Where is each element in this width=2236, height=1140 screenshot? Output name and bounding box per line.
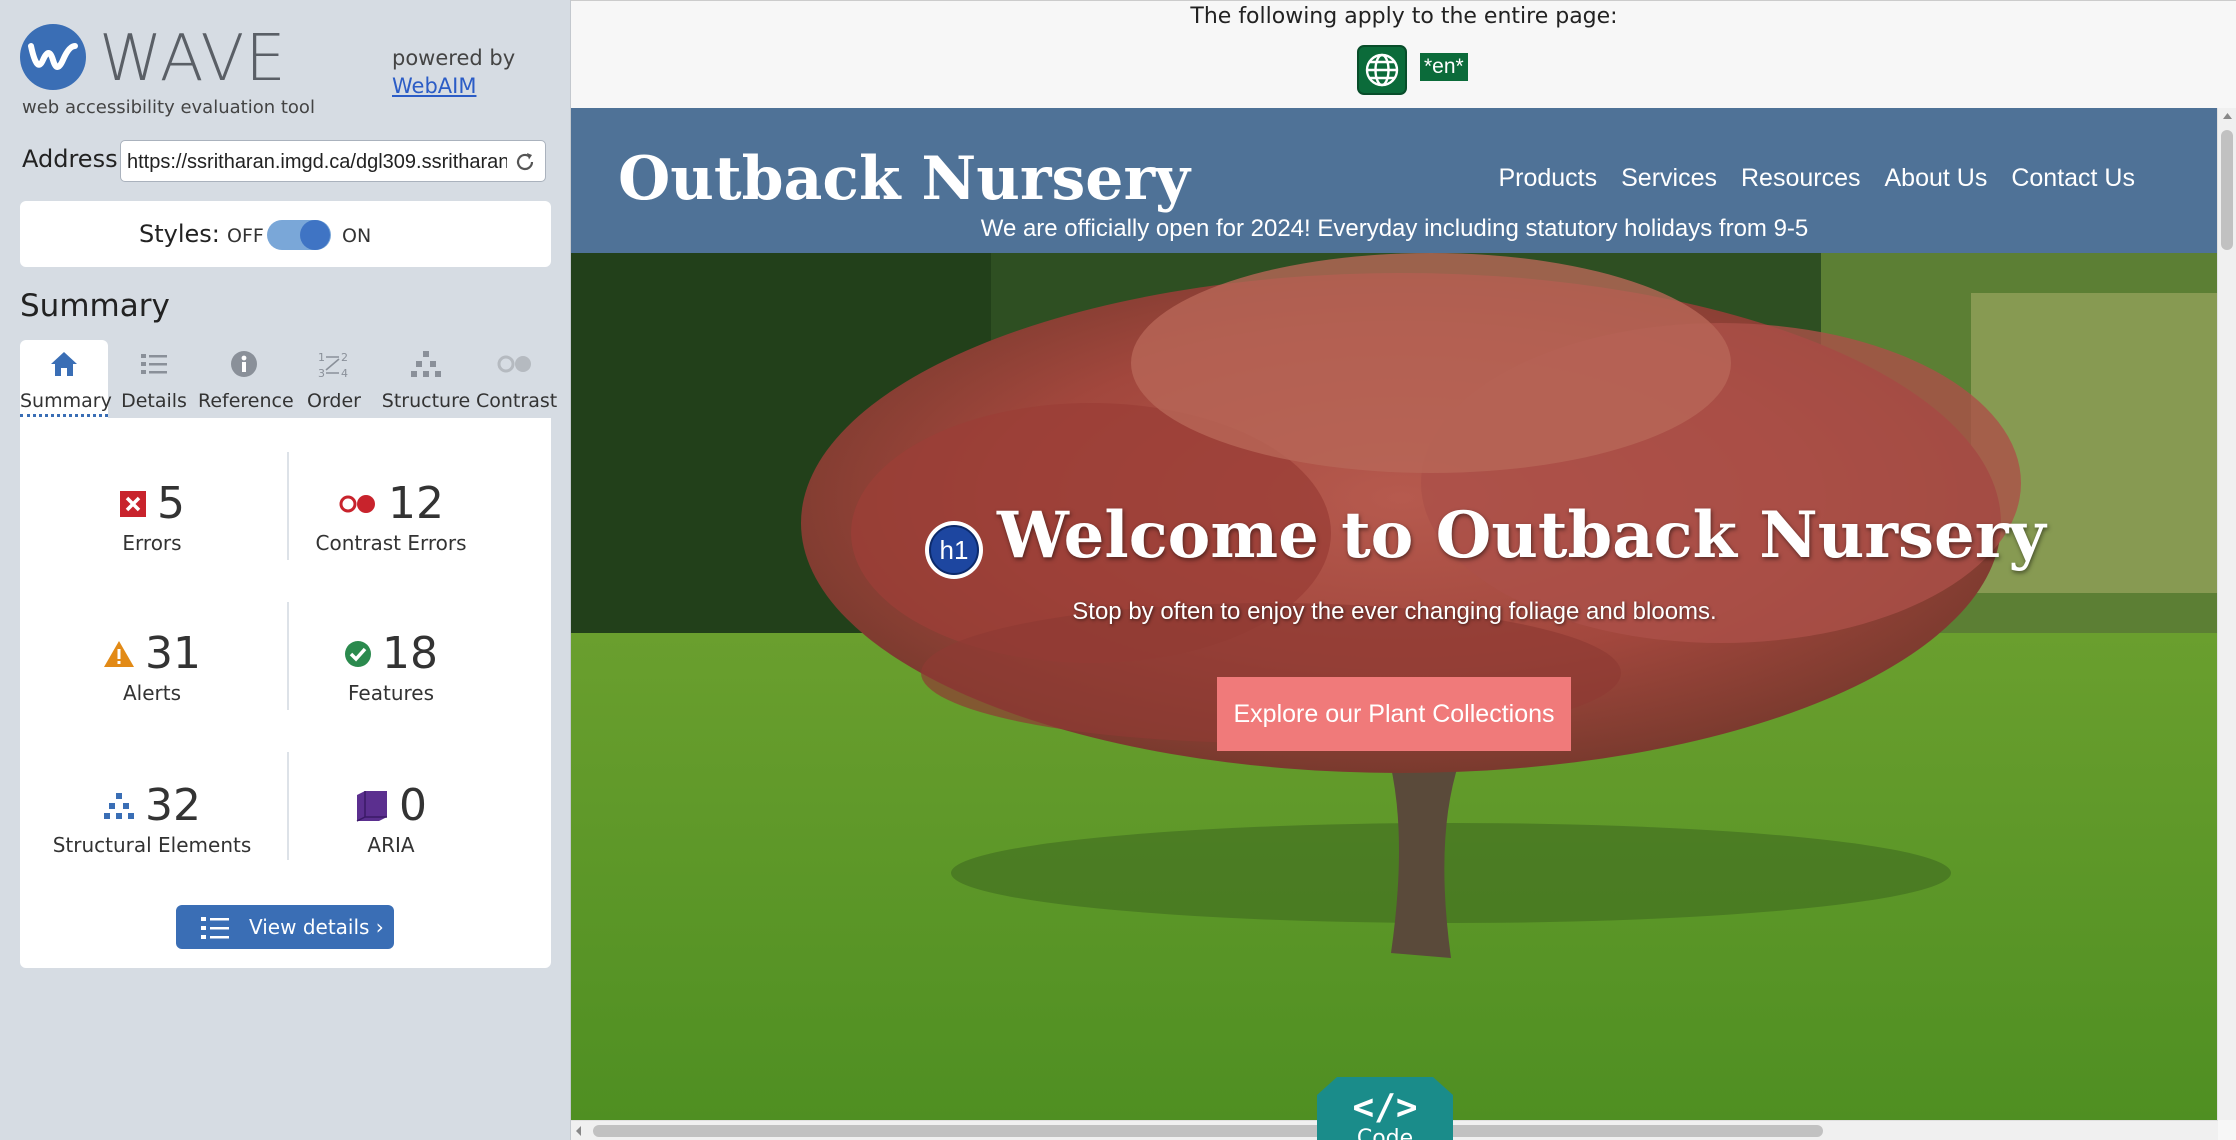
tab-label: Order — [307, 390, 361, 412]
view-details-label: View details › — [249, 915, 384, 939]
tab-reference[interactable]: Reference — [198, 340, 294, 420]
alerts-count: 31 — [145, 628, 201, 679]
site-brand[interactable]: Outback Nursery — [618, 144, 1190, 214]
home-icon — [51, 352, 77, 376]
wave-logo-icon — [20, 24, 86, 90]
code-icon: </> — [1352, 1087, 1418, 1128]
globe-icon[interactable] — [1357, 45, 1407, 95]
code-label: Code — [1356, 1126, 1414, 1140]
wave-logo-subtitle: web accessibility evaluation tool — [22, 97, 315, 118]
features-count: 18 — [382, 628, 438, 679]
site-header: Outback Nursery Products Services Resour… — [571, 108, 2218, 253]
site-nav: Products Services Resources About Us Con… — [1498, 164, 2135, 193]
alert-icon — [104, 640, 134, 667]
structure-icon — [104, 792, 134, 819]
structural-count: 32 — [145, 780, 201, 831]
contrast-errors-count: 12 — [388, 478, 444, 529]
tab-label: Structure — [381, 390, 471, 412]
nav-resources[interactable]: Resources — [1741, 164, 1861, 193]
address-field — [120, 140, 546, 182]
nav-services[interactable]: Services — [1621, 164, 1717, 193]
styles-off-label: OFF — [227, 225, 264, 247]
powered-by-text: powered by — [392, 46, 516, 70]
tab-order[interactable]: 1 2 3 4 Order — [292, 340, 376, 420]
hero-section: h1 Welcome to Outback Nursery Stop by of… — [571, 253, 2218, 1120]
stat-features[interactable]: 18 Features — [271, 628, 511, 705]
tab-label: Details — [121, 390, 187, 412]
info-icon — [231, 351, 257, 377]
vertical-scrollbar[interactable] — [2217, 108, 2236, 1120]
aria-count: 0 — [399, 780, 427, 831]
toggle-knob — [300, 220, 330, 250]
scroll-up-arrow-icon[interactable] — [2218, 108, 2236, 124]
feature-icon — [345, 640, 371, 667]
code-toggle-button[interactable]: </> Code — [1317, 1077, 1453, 1140]
stat-alerts[interactable]: 31 Alerts — [32, 628, 272, 705]
address-label: Address: — [22, 145, 126, 173]
alerts-label: Alerts — [122, 681, 182, 705]
hero-heading: Welcome to Outback Nursery — [997, 498, 2046, 573]
wave-tabs: Summary Details Reference 1 2 3 4 Order Str… — [20, 340, 558, 420]
website-preview: Outback Nursery Products Services Resour… — [571, 108, 2218, 1120]
horizontal-scroll-thumb[interactable] — [593, 1125, 1823, 1137]
view-details-button[interactable]: View details › — [176, 905, 394, 949]
announcement-text: We are officially open for 2024! Everyda… — [980, 215, 1809, 242]
stat-structural-elements[interactable]: 32 Structural Elements — [32, 780, 272, 857]
tab-label: Reference — [198, 390, 294, 412]
address-input[interactable] — [127, 148, 507, 176]
tab-summary[interactable]: Summary — [20, 340, 112, 420]
tab-details[interactable]: Details — [110, 340, 198, 420]
errors-label: Errors — [122, 531, 182, 555]
summary-heading: Summary — [20, 288, 170, 324]
wave-logo-text: WAVE — [99, 22, 287, 96]
svg-text:1: 1 — [318, 351, 325, 364]
styles-label: Styles: — [139, 220, 220, 248]
styles-on-label: ON — [342, 225, 372, 247]
styles-toggle[interactable] — [267, 220, 331, 250]
page-level-heading: The following apply to the entire page: — [1190, 4, 1618, 29]
aria-label: ARIA — [367, 833, 415, 857]
stat-contrast-errors[interactable]: 12 Contrast Errors — [271, 478, 511, 555]
contrast-errors-label: Contrast Errors — [315, 531, 467, 555]
aria-icon — [356, 790, 387, 822]
svg-text:4: 4 — [341, 367, 348, 380]
styles-toggle-card: Styles: OFF ON — [20, 201, 551, 267]
svg-text:3: 3 — [318, 367, 325, 380]
refresh-icon[interactable] — [513, 150, 537, 174]
page-preview-panel: The following apply to the entire page: … — [570, 0, 2236, 1140]
nav-products[interactable]: Products — [1498, 164, 1597, 193]
hero-subtitle: Stop by often to enjoy the ever changing… — [1072, 598, 1717, 625]
list-icon — [201, 917, 229, 939]
language-badge[interactable]: *en* — [1420, 53, 1468, 81]
tab-structure[interactable]: Structure — [376, 340, 476, 420]
summary-stats-panel: 5 Errors 12 Contrast Errors 31 Alerts 18… — [20, 418, 551, 968]
contrast-icon — [497, 355, 531, 373]
stat-errors[interactable]: 5 Errors — [32, 478, 272, 555]
tab-label: Summary — [20, 390, 112, 417]
list-icon — [141, 354, 167, 374]
tab-contrast[interactable]: Contrast — [476, 340, 558, 420]
tab-label: Contrast — [476, 390, 558, 412]
svg-text:2: 2 — [341, 351, 348, 364]
order-icon: 1 2 3 4 — [318, 351, 348, 380]
structure-icon — [411, 351, 441, 377]
explore-collections-button[interactable]: Explore our Plant Collections — [1217, 677, 1571, 751]
error-icon — [120, 490, 146, 517]
errors-count: 5 — [157, 478, 185, 529]
contrast-error-icon — [339, 494, 375, 513]
stat-aria[interactable]: 0 ARIA — [271, 780, 511, 857]
nav-contact-us[interactable]: Contact Us — [2011, 164, 2135, 193]
h1-badge-label: h1 — [929, 525, 979, 575]
wave-sidebar: WAVE web accessibility evaluation tool p… — [0, 0, 570, 1140]
page-level-annotations: The following apply to the entire page: … — [571, 0, 2236, 108]
nav-about-us[interactable]: About Us — [1884, 164, 1987, 193]
vertical-scroll-thumb[interactable] — [2221, 130, 2233, 250]
features-label: Features — [348, 681, 434, 705]
scroll-left-arrow-icon[interactable] — [571, 1121, 587, 1140]
webaim-link[interactable]: WebAIM — [392, 74, 476, 98]
h1-structure-icon[interactable]: h1 — [925, 521, 983, 579]
structural-label: Structural Elements — [52, 833, 252, 857]
